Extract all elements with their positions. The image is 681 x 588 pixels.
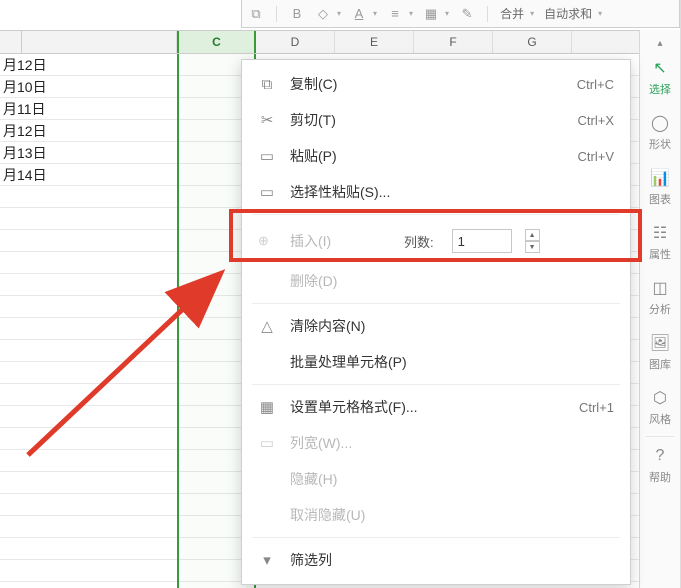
shortcut-text: Ctrl+V bbox=[578, 149, 614, 164]
insert-icon: ⊕ bbox=[258, 233, 276, 249]
delete-icon bbox=[258, 272, 276, 290]
shortcut-text: Ctrl+1 bbox=[579, 400, 614, 415]
bold-icon[interactable]: B bbox=[289, 6, 305, 22]
shape-icon: ◯ bbox=[650, 113, 670, 133]
eraser-icon: △ bbox=[258, 317, 276, 335]
side-lib[interactable]: 🖼图库 bbox=[640, 325, 680, 380]
style-icon: ⬡ bbox=[650, 388, 670, 408]
shortcut-text: Ctrl+X bbox=[578, 113, 614, 128]
menu-batch[interactable]: 批量处理单元格(P) bbox=[242, 344, 630, 380]
help-icon: ? bbox=[650, 446, 670, 466]
side-props[interactable]: ☷属性 bbox=[640, 215, 680, 270]
column-header[interactable] bbox=[22, 31, 177, 53]
menu-copy[interactable]: ⧉ 复制(C) Ctrl+C bbox=[242, 66, 630, 102]
spin-up-button[interactable]: ▲ bbox=[525, 229, 540, 241]
side-help[interactable]: ?帮助 bbox=[640, 438, 680, 493]
menu-unhide: 取消隐藏(U) bbox=[242, 497, 630, 533]
format-painter-icon[interactable]: ✎ bbox=[459, 6, 475, 22]
context-menu: ⧉ 复制(C) Ctrl+C ✂ 剪切(T) Ctrl+X ▭ 粘贴(P) Ct… bbox=[241, 59, 631, 585]
menu-filter-column[interactable]: ▾ 筛选列 bbox=[242, 542, 630, 578]
mini-format-toolbar: ⧉ B ◇▾ A▾ ≡▾ ▦▾ ✎ 合并▾ 自动求和▾ bbox=[241, 0, 680, 28]
shortcut-text: Ctrl+C bbox=[577, 77, 614, 92]
cursor-icon: ↖ bbox=[650, 58, 670, 78]
menu-insert[interactable]: ⊕ 插入(I) 列数: ▲ ▼ bbox=[242, 219, 630, 263]
right-side-panel: ▴ ↖选择 ◯形状 📊图表 ☷属性 ◫分析 🖼图库 ⬡风格 ?帮助 bbox=[639, 30, 680, 588]
side-chart[interactable]: 📊图表 bbox=[640, 160, 680, 215]
cell[interactable]: 月10日 bbox=[0, 77, 155, 97]
scroll-up-icon[interactable]: ▴ bbox=[652, 36, 668, 50]
column-header-row: C D E F G bbox=[0, 30, 639, 54]
side-style[interactable]: ⬡风格 bbox=[640, 380, 680, 435]
format-icon: ▦ bbox=[258, 398, 276, 416]
props-icon: ☷ bbox=[650, 223, 670, 243]
column-header[interactable]: F bbox=[414, 31, 493, 53]
column-count-label: 列数: bbox=[404, 232, 434, 251]
column-header-selected[interactable]: C bbox=[177, 31, 256, 53]
side-analyze[interactable]: ◫分析 bbox=[640, 270, 680, 325]
filter-icon: ▾ bbox=[258, 551, 276, 569]
column-count-input[interactable] bbox=[452, 229, 512, 253]
font-color-icon[interactable]: A bbox=[351, 6, 367, 22]
paste-special-icon: ▭ bbox=[258, 183, 276, 201]
side-select[interactable]: ↖选择 bbox=[640, 50, 680, 105]
menu-cut[interactable]: ✂ 剪切(T) Ctrl+X bbox=[242, 102, 630, 138]
gallery-icon: 🖼 bbox=[650, 333, 670, 353]
menu-paste[interactable]: ▭ 粘贴(P) Ctrl+V bbox=[242, 138, 630, 174]
cell[interactable]: 月11日 bbox=[0, 99, 155, 119]
copy-format-icon[interactable]: ⧉ bbox=[248, 6, 264, 22]
fill-color-icon[interactable]: ◇ bbox=[315, 6, 331, 22]
menu-paste-special[interactable]: ▭ 选择性粘贴(S)... bbox=[242, 174, 630, 210]
batch-icon bbox=[258, 353, 276, 371]
cell[interactable]: 月12日 bbox=[0, 55, 155, 75]
menu-clear[interactable]: △ 清除内容(N) bbox=[242, 308, 630, 344]
menu-hide: 隐藏(H) bbox=[242, 461, 630, 497]
width-icon: ▭ bbox=[258, 434, 276, 452]
align-icon[interactable]: ≡ bbox=[387, 6, 403, 22]
copy-icon: ⧉ bbox=[258, 75, 276, 93]
cell[interactable]: 月12日 bbox=[0, 121, 155, 141]
analyze-icon: ◫ bbox=[650, 278, 670, 298]
cut-icon: ✂ bbox=[258, 111, 276, 129]
column-header[interactable]: D bbox=[256, 31, 335, 53]
menu-format-cells[interactable]: ▦ 设置单元格格式(F)... Ctrl+1 bbox=[242, 389, 630, 425]
spin-down-button[interactable]: ▼ bbox=[525, 241, 540, 253]
column-header[interactable]: E bbox=[335, 31, 414, 53]
border-icon[interactable]: ▦ bbox=[423, 6, 439, 22]
merge-button[interactable]: 合并 bbox=[500, 5, 524, 22]
side-shape[interactable]: ◯形状 bbox=[640, 105, 680, 160]
cell[interactable]: 月14日 bbox=[0, 165, 155, 185]
chart-icon: 📊 bbox=[650, 168, 670, 188]
menu-colwidth: ▭ 列宽(W)... bbox=[242, 425, 630, 461]
menu-delete: 删除(D) bbox=[242, 263, 630, 299]
cell[interactable]: 月13日 bbox=[0, 143, 155, 163]
autosum-button[interactable]: 自动求和 bbox=[544, 5, 592, 22]
paste-icon: ▭ bbox=[258, 147, 276, 165]
column-header[interactable]: G bbox=[493, 31, 572, 53]
